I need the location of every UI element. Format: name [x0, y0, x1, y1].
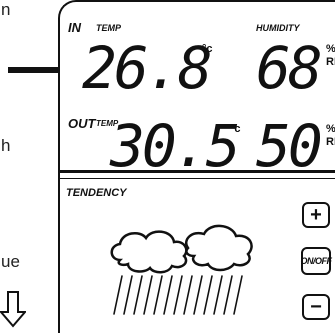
minus-icon: −: [310, 296, 322, 318]
section-divider: [60, 170, 335, 173]
on-off-label: ON/OFF: [300, 255, 333, 266]
rain-cloud-icon: [110, 224, 253, 315]
outdoor-humidity-unit-rh: RH: [326, 136, 335, 148]
indoor-label: IN: [68, 20, 81, 35]
cropped-text-line: ue: [1, 252, 20, 271]
outdoor-humidity-unit-pct: %: [326, 123, 335, 135]
tendency-label: TENDENCY: [66, 187, 127, 199]
section-divider: [60, 178, 335, 179]
indoor-humidity-readout: 68 % RH: [256, 32, 335, 107]
outdoor-label: OUT: [68, 116, 96, 131]
indoor-humidity-value: 68: [256, 34, 320, 102]
indoor-temperature-readout: 26.8 °c: [82, 32, 232, 107]
indoor-humidity-unit-rh: RH: [326, 56, 335, 68]
minus-button[interactable]: −: [302, 294, 330, 320]
indoor-temperature-value: 26.8: [82, 34, 210, 102]
lcd-display: IN TEMP HUMIDITY 26.8 °c 68 % RH OUT TEM…: [58, 0, 335, 333]
indoor-humidity-unit-pct: %: [326, 43, 335, 55]
down-arrow-icon: [0, 291, 26, 328]
manual-illustration: n h ue IN TEMP HUMIDITY 26.8 °c 68 % RH …: [0, 0, 335, 333]
plus-button[interactable]: +: [302, 202, 330, 228]
cropped-text-line: n: [1, 0, 11, 19]
on-off-button[interactable]: ON/OFF: [300, 247, 333, 275]
indoor-temperature-unit: °c: [202, 43, 213, 55]
plus-icon: +: [310, 204, 322, 226]
cropped-text-line: h: [1, 136, 11, 155]
outdoor-temperature-unit: °c: [230, 123, 241, 135]
